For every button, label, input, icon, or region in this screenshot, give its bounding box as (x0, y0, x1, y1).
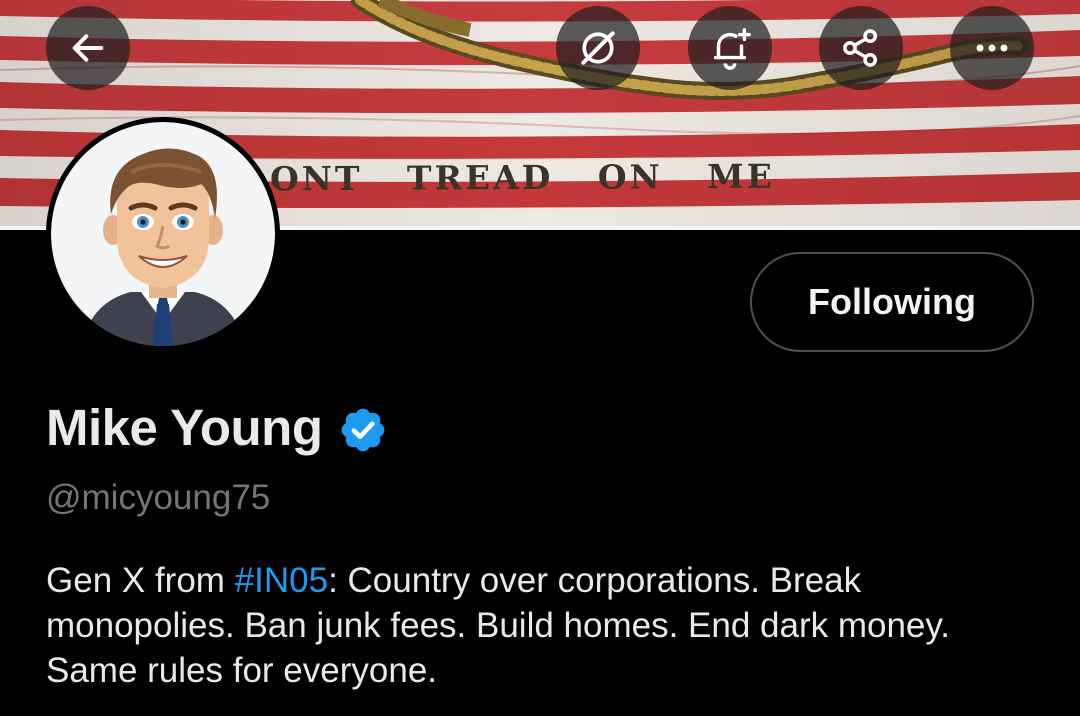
profile-name-row: Mike Young (46, 398, 388, 457)
avatar[interactable] (46, 117, 280, 351)
notifications-button[interactable] (688, 6, 772, 90)
banner-motto-text: ONT TREAD ON ME (269, 156, 775, 199)
back-button[interactable] (46, 6, 130, 90)
cartoon-portrait-illustration (81, 148, 245, 346)
profile-bio: Gen X from #IN05: Country over corporati… (46, 558, 1046, 693)
grok-slash-icon (581, 31, 615, 65)
bell-plus-icon (713, 28, 751, 70)
share-icon (843, 29, 878, 67)
more-horizontal-icon (976, 44, 1008, 52)
bio-text-before: Gen X from (46, 561, 235, 600)
arrow-left-icon (72, 34, 104, 62)
bio-hashtag-link[interactable]: #IN05 (235, 561, 328, 600)
verified-badge-icon[interactable] (338, 405, 388, 455)
share-button[interactable] (819, 6, 903, 90)
display-name: Mike Young (46, 399, 323, 456)
avatar-image (51, 122, 275, 346)
following-button[interactable]: Following (750, 252, 1034, 352)
more-options-button[interactable] (950, 6, 1034, 90)
grok-button[interactable] (556, 6, 640, 90)
profile-handle: @micyoung75 (46, 478, 271, 517)
